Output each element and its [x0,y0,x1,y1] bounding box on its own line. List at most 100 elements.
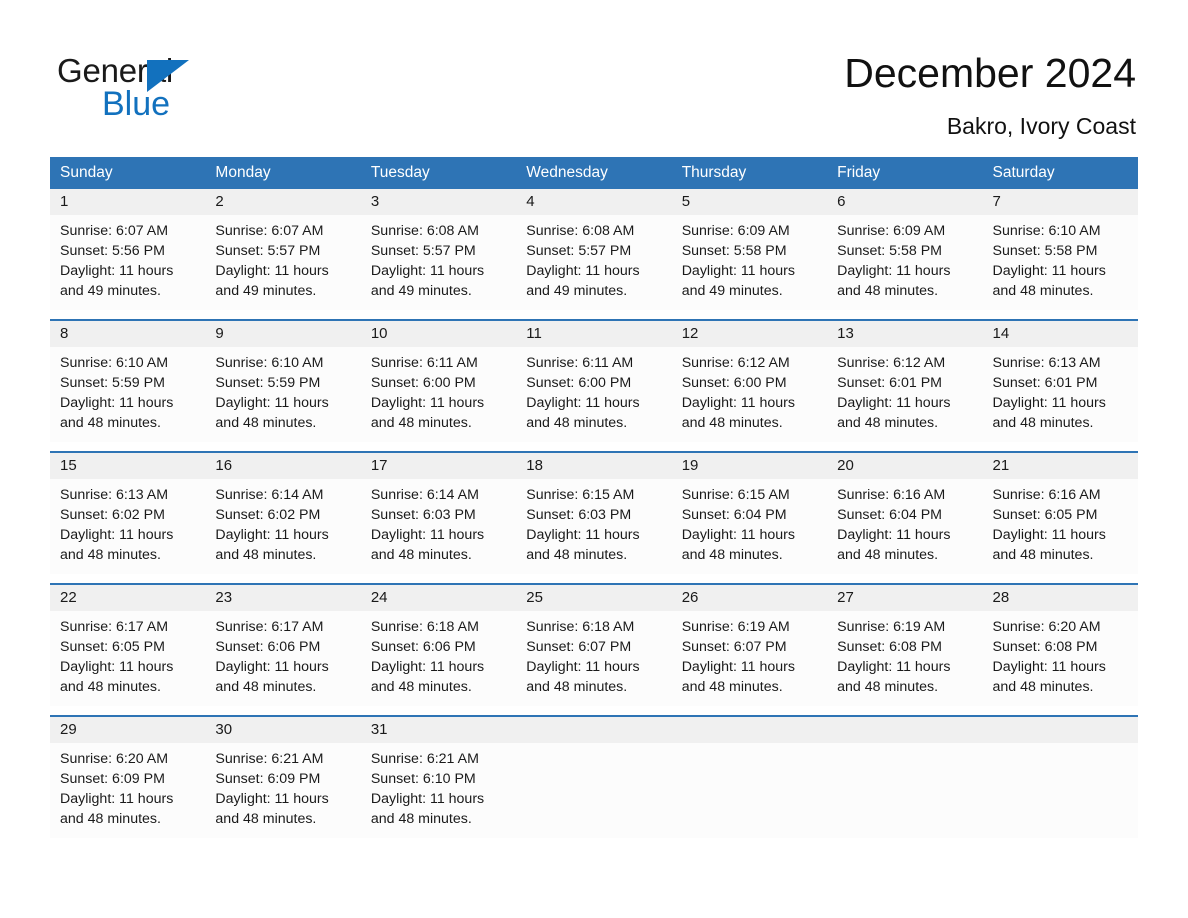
sunset-text: Sunset: 6:00 PM [370,375,476,391]
daylight-text: Daylight: 11 hours and 48 minutes. [60,791,174,827]
week-daynumber-band: 29 30 31 [50,717,1138,743]
day-number[interactable]: 10 [361,321,516,347]
day-number[interactable]: 24 [361,585,516,611]
day-number[interactable]: 4 [516,189,671,215]
sunset-text: Sunset: 6:05 PM [992,507,1098,523]
day-number[interactable]: 7 [983,189,1138,215]
day-number[interactable]: 18 [516,453,671,479]
day-cell[interactable]: Sunrise: 6:08 AM Sunset: 5:57 PM Dayligh… [516,215,671,310]
day-cell[interactable]: Sunrise: 6:07 AM Sunset: 5:56 PM Dayligh… [50,215,205,310]
day-number[interactable]: 30 [205,717,360,743]
day-cell[interactable]: Sunrise: 6:14 AM Sunset: 6:02 PM Dayligh… [205,479,360,574]
day-number[interactable]: 6 [827,189,982,215]
day-number[interactable]: 12 [672,321,827,347]
day-number[interactable]: 19 [672,453,827,479]
day-cell-empty [827,743,982,838]
day-cell[interactable]: Sunrise: 6:17 AM Sunset: 6:06 PM Dayligh… [205,611,360,706]
sunset-text: Sunset: 5:57 PM [526,243,632,259]
day-cell[interactable]: Sunrise: 6:07 AM Sunset: 5:57 PM Dayligh… [205,215,360,310]
day-number[interactable]: 2 [205,189,360,215]
day-cell[interactable]: Sunrise: 6:16 AM Sunset: 6:05 PM Dayligh… [983,479,1138,574]
day-cell[interactable]: Sunrise: 6:08 AM Sunset: 5:57 PM Dayligh… [361,215,516,310]
sunrise-text: Sunrise: 6:07 AM [60,223,169,239]
daylight-text: Daylight: 11 hours and 48 minutes. [60,527,174,563]
sunset-text: Sunset: 6:01 PM [992,375,1098,391]
sunset-text: Sunset: 6:02 PM [215,507,321,523]
day-cell[interactable]: Sunrise: 6:11 AM Sunset: 6:00 PM Dayligh… [361,347,516,442]
sunset-text: Sunset: 6:04 PM [681,507,787,523]
day-cell[interactable]: Sunrise: 6:19 AM Sunset: 6:07 PM Dayligh… [672,611,827,706]
day-number[interactable]: 9 [205,321,360,347]
day-number[interactable]: 28 [983,585,1138,611]
sunset-text: Sunset: 6:00 PM [681,375,787,391]
sunset-text: Sunset: 5:56 PM [60,243,165,259]
day-number[interactable]: 3 [361,189,516,215]
sunrise-text: Sunrise: 6:09 AM [681,223,790,239]
day-cell[interactable]: Sunrise: 6:15 AM Sunset: 6:03 PM Dayligh… [516,479,671,574]
day-number[interactable]: 13 [827,321,982,347]
day-cell[interactable]: Sunrise: 6:17 AM Sunset: 6:05 PM Dayligh… [50,611,205,706]
daylight-text: Daylight: 11 hours and 48 minutes. [992,263,1106,299]
sunrise-text: Sunrise: 6:17 AM [60,619,169,635]
day-number[interactable]: 1 [50,189,205,215]
sunrise-text: Sunrise: 6:12 AM [681,355,790,371]
day-cell[interactable]: Sunrise: 6:09 AM Sunset: 5:58 PM Dayligh… [827,215,982,310]
day-cell[interactable]: Sunrise: 6:12 AM Sunset: 6:01 PM Dayligh… [827,347,982,442]
day-cell[interactable]: Sunrise: 6:13 AM Sunset: 6:01 PM Dayligh… [983,347,1138,442]
day-number[interactable]: 17 [361,453,516,479]
day-cell[interactable]: Sunrise: 6:20 AM Sunset: 6:09 PM Dayligh… [50,743,205,838]
day-number[interactable]: 8 [50,321,205,347]
day-number[interactable]: 23 [205,585,360,611]
sunrise-text: Sunrise: 6:11 AM [370,355,478,371]
sunrise-text: Sunrise: 6:10 AM [992,223,1101,239]
calendar-week-row: 1 2 3 4 5 6 7 Sunrise: 6:07 AM Sunset: 5… [50,189,1138,310]
sunset-text: Sunset: 6:02 PM [60,507,165,523]
week-spacer [50,310,1138,319]
day-number[interactable]: 29 [50,717,205,743]
sunrise-text: Sunrise: 6:18 AM [526,619,635,635]
day-number[interactable]: 5 [672,189,827,215]
daylight-text: Daylight: 11 hours and 48 minutes. [526,659,640,695]
day-cell[interactable]: Sunrise: 6:09 AM Sunset: 5:58 PM Dayligh… [672,215,827,310]
day-cell[interactable]: Sunrise: 6:10 AM Sunset: 5:59 PM Dayligh… [205,347,360,442]
day-cell[interactable]: Sunrise: 6:11 AM Sunset: 6:00 PM Dayligh… [516,347,671,442]
day-cell[interactable]: Sunrise: 6:15 AM Sunset: 6:04 PM Dayligh… [672,479,827,574]
day-cell-empty [516,743,671,838]
day-cell[interactable]: Sunrise: 6:16 AM Sunset: 6:04 PM Dayligh… [827,479,982,574]
day-number[interactable]: 21 [983,453,1138,479]
week-spacer [50,574,1138,583]
daylight-text: Daylight: 11 hours and 48 minutes. [526,395,640,431]
day-cell[interactable]: Sunrise: 6:21 AM Sunset: 6:10 PM Dayligh… [361,743,516,838]
day-cell[interactable]: Sunrise: 6:18 AM Sunset: 6:06 PM Dayligh… [361,611,516,706]
sunset-text: Sunset: 6:00 PM [526,375,632,391]
day-number[interactable]: 26 [672,585,827,611]
day-cell[interactable]: Sunrise: 6:18 AM Sunset: 6:07 PM Dayligh… [516,611,671,706]
day-number-empty [672,717,827,743]
daylight-text: Daylight: 11 hours and 48 minutes. [681,527,795,563]
day-cell[interactable]: Sunrise: 6:20 AM Sunset: 6:08 PM Dayligh… [983,611,1138,706]
day-cell[interactable]: Sunrise: 6:13 AM Sunset: 6:02 PM Dayligh… [50,479,205,574]
day-number[interactable]: 25 [516,585,671,611]
day-number[interactable]: 31 [361,717,516,743]
daylight-text: Daylight: 11 hours and 49 minutes. [370,263,485,299]
day-number[interactable]: 15 [50,453,205,479]
day-number[interactable]: 16 [205,453,360,479]
day-cell[interactable]: Sunrise: 6:19 AM Sunset: 6:08 PM Dayligh… [827,611,982,706]
day-cell[interactable]: Sunrise: 6:21 AM Sunset: 6:09 PM Dayligh… [205,743,360,838]
week-daynumber-band: 15 16 17 18 19 20 21 [50,453,1138,479]
day-number[interactable]: 22 [50,585,205,611]
day-number[interactable]: 14 [983,321,1138,347]
day-number[interactable]: 27 [827,585,982,611]
sunset-text: Sunset: 6:03 PM [526,507,632,523]
daylight-text: Daylight: 11 hours and 48 minutes. [837,659,951,695]
day-number[interactable]: 11 [516,321,671,347]
sunset-text: Sunset: 5:58 PM [681,243,787,259]
day-cell[interactable]: Sunrise: 6:10 AM Sunset: 5:59 PM Dayligh… [50,347,205,442]
daylight-text: Daylight: 11 hours and 48 minutes. [992,395,1106,431]
day-cell[interactable]: Sunrise: 6:14 AM Sunset: 6:03 PM Dayligh… [361,479,516,574]
weekday-header-friday: Friday [837,164,881,181]
calendar-page: General Blue December 2024 Bakro, Ivory … [0,0,1188,918]
day-cell[interactable]: Sunrise: 6:12 AM Sunset: 6:00 PM Dayligh… [672,347,827,442]
day-cell[interactable]: Sunrise: 6:10 AM Sunset: 5:58 PM Dayligh… [983,215,1138,310]
day-number[interactable]: 20 [827,453,982,479]
